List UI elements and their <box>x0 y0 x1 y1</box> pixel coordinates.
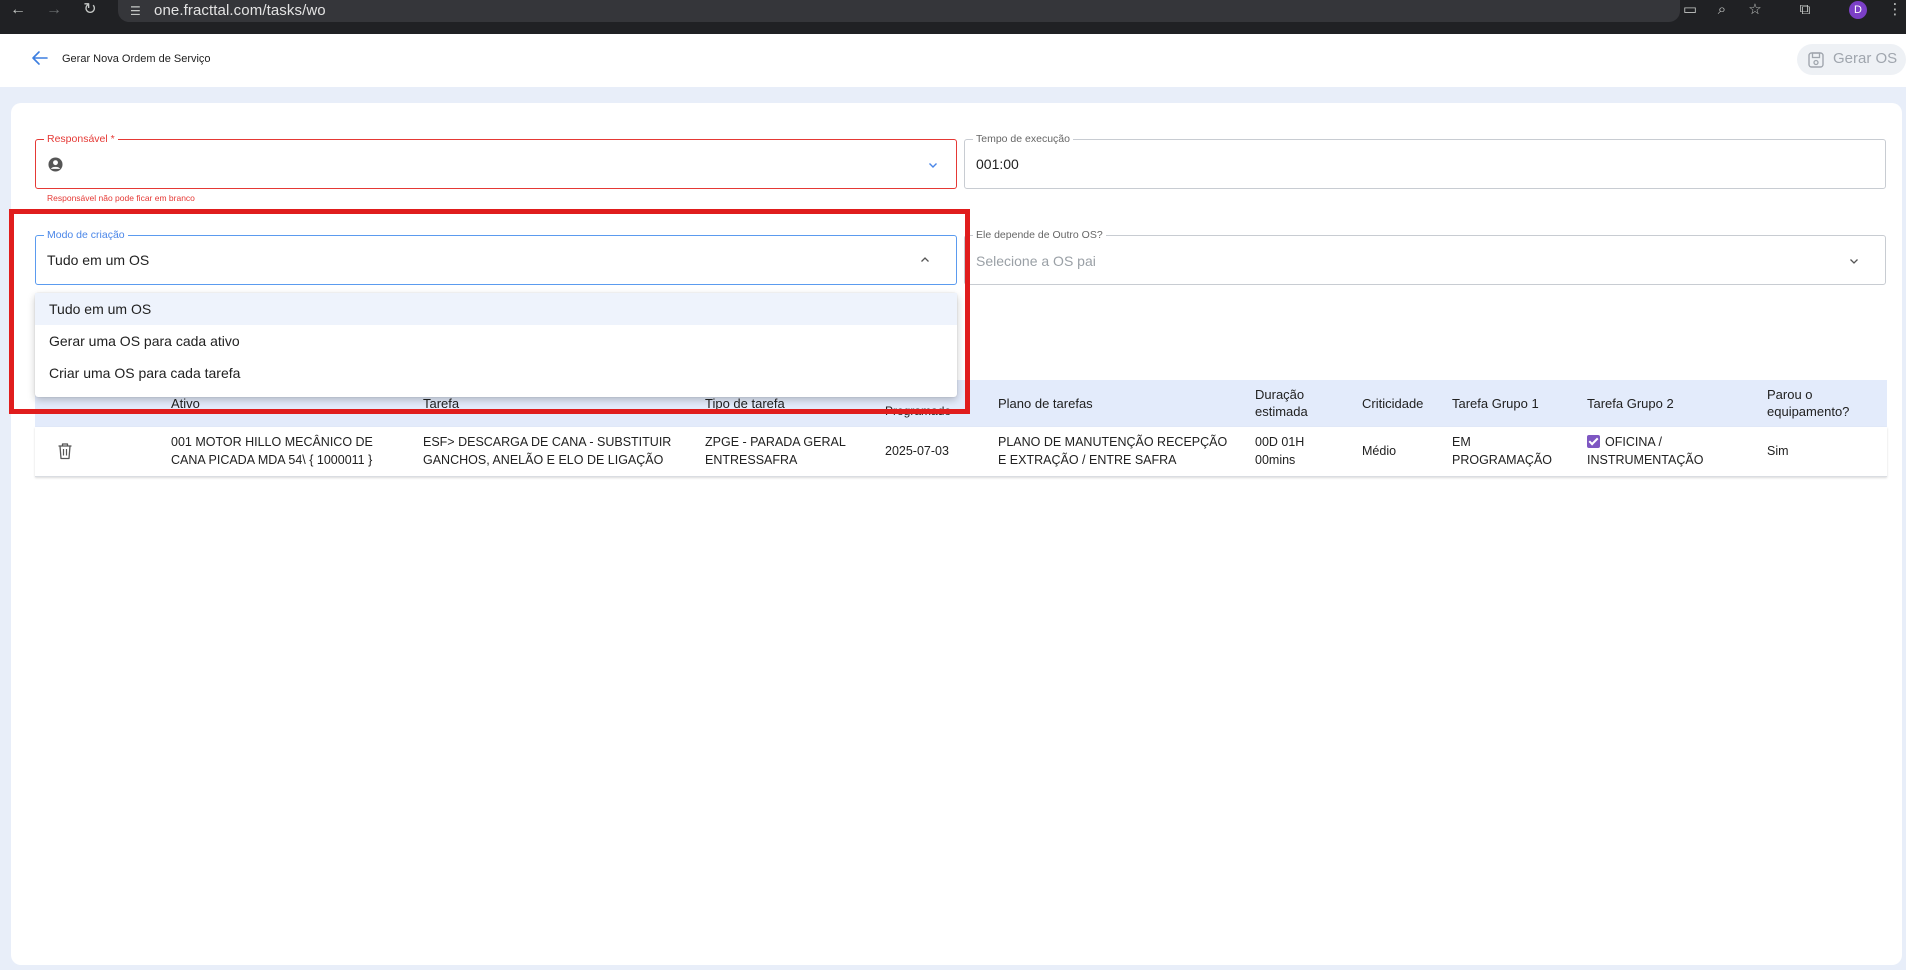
checkbox-checked-icon <box>1587 435 1600 448</box>
responsavel-select[interactable]: Responsável * <box>35 133 957 189</box>
col-criticidade[interactable]: Criticidade <box>1362 395 1423 412</box>
cell-programado: 2025-07-03 <box>885 444 949 458</box>
cell-grupo2: OFICINA / INSTRUMENTAÇÃO <box>1587 435 1704 467</box>
cell-grupo1: EM PROGRAMAÇÃO <box>1452 435 1553 467</box>
cell-tarefa: ESF> DESCARGA DE CANA - SUBSTITUIR GANCH… <box>423 435 672 467</box>
col-plano-tarefas[interactable]: Plano de tarefas <box>998 395 1093 412</box>
url-text[interactable]: one.fracttal.com/tasks/wo <box>154 2 326 19</box>
zoom-icon[interactable]: ⌕ <box>1711 0 1733 20</box>
back-arrow-icon[interactable] <box>30 48 50 68</box>
depende-os-select[interactable]: Ele depende de Outro OS? Selecione a OS … <box>964 229 1886 285</box>
col-parou[interactable]: Parou o equipamento? <box>1767 386 1849 420</box>
gerar-os-button[interactable]: Gerar OS <box>1797 44 1906 75</box>
forward-icon[interactable]: → <box>42 0 66 20</box>
chevron-down-icon[interactable] <box>1848 255 1860 267</box>
col-grupo2[interactable]: Tarefa Grupo 2 <box>1587 395 1674 412</box>
responsavel-label: Responsável * <box>44 133 118 145</box>
gerar-os-label: Gerar OS <box>1833 50 1898 67</box>
cell-plano: PLANO DE MANUTENÇÃO RECEPÇÃO E EXTRAÇÃO … <box>998 435 1228 467</box>
table-row: 001 MOTOR HILLO MECÂNICO DE CANA PICADA … <box>35 427 1887 477</box>
cell-tipo-tarefa: ZPGE - PARADA GERAL ENTRESSAFRA <box>705 435 846 467</box>
tempo-execucao-input[interactable]: Tempo de execução 001:00 <box>964 133 1886 189</box>
cell-criticidade: Médio <box>1362 444 1397 458</box>
cell-ativo: 001 MOTOR HILLO MECÂNICO DE CANA PICADA … <box>171 435 373 467</box>
tempo-execucao-label: Tempo de execução <box>973 133 1073 145</box>
responsavel-error: Responsável não pode ficar em branco <box>47 193 195 203</box>
cell-duracao: 00D 01H 00mins <box>1255 435 1305 467</box>
back-icon[interactable]: ← <box>6 0 30 20</box>
user-icon <box>48 157 63 172</box>
browser-menu-icon[interactable]: ⋮ <box>1884 0 1906 20</box>
extensions-icon[interactable]: ⧉ <box>1794 0 1816 20</box>
reload-icon[interactable]: ↻ <box>78 0 102 20</box>
highlight-annotation <box>9 209 970 414</box>
profile-avatar[interactable]: D <box>1849 1 1867 19</box>
address-bar[interactable]: ☰ one.fracttal.com/tasks/wo <box>118 0 1680 22</box>
cell-parou: Sim <box>1767 444 1789 458</box>
depende-os-placeholder: Selecione a OS pai <box>976 253 1096 269</box>
tempo-execucao-value[interactable]: 001:00 <box>976 156 1019 172</box>
trash-icon[interactable] <box>57 442 73 460</box>
browser-toolbar: ← → ↻ ☰ one.fracttal.com/tasks/wo ▭ ⌕ ☆ … <box>0 0 1906 34</box>
bookmark-star-icon[interactable]: ☆ <box>1744 0 1766 20</box>
depende-os-label: Ele depende de Outro OS? <box>973 229 1106 241</box>
save-icon <box>1808 52 1824 68</box>
app-header: Gerar Nova Ordem de Serviço Gerar OS <box>0 34 1906 87</box>
col-grupo1[interactable]: Tarefa Grupo 1 <box>1452 395 1539 412</box>
col-duracao[interactable]: Duração estimada <box>1255 386 1308 420</box>
site-settings-icon[interactable]: ☰ <box>130 3 146 19</box>
install-app-icon[interactable]: ▭ <box>1679 0 1701 20</box>
page-title: Gerar Nova Ordem de Serviço <box>62 53 211 65</box>
chevron-down-icon[interactable] <box>927 159 939 171</box>
